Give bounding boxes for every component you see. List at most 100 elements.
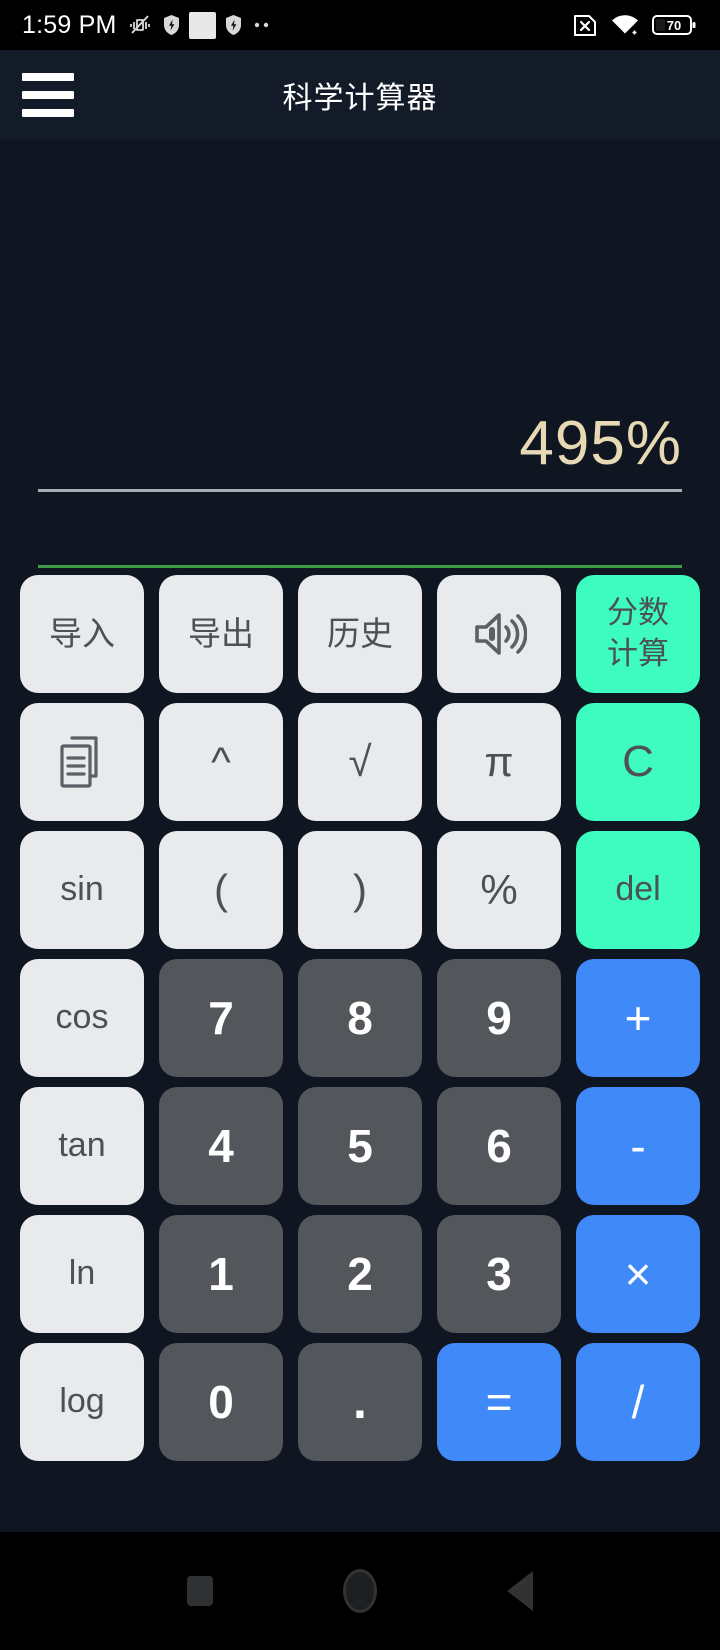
app-white-square-icon xyxy=(188,11,216,39)
key-delete[interactable]: del xyxy=(576,831,700,949)
key-0[interactable]: 0 xyxy=(159,1343,283,1461)
key-sin-label: sin xyxy=(60,870,104,909)
key-sound[interactable] xyxy=(437,575,561,693)
home-circle-icon[interactable] xyxy=(329,1560,391,1622)
key-decimal[interactable]: . xyxy=(298,1343,422,1461)
key-tan[interactable]: tan xyxy=(20,1087,144,1205)
expression-text: 495% xyxy=(519,409,682,478)
key-equals[interactable]: = xyxy=(437,1343,561,1461)
back-triangle-icon[interactable] xyxy=(489,1560,551,1622)
battery-icon: 70 xyxy=(652,15,696,35)
key-pi-label: π xyxy=(484,737,514,785)
status-bar-left: 1:59 PM xyxy=(22,10,572,39)
key-equals-label: = xyxy=(485,1375,513,1428)
recents-square-icon[interactable] xyxy=(169,1560,231,1622)
expression-underline xyxy=(38,489,682,492)
key-cos[interactable]: cos xyxy=(20,959,144,1077)
wifi-icon xyxy=(612,15,638,35)
result-underline xyxy=(38,565,682,568)
key-1[interactable]: 1 xyxy=(159,1215,283,1333)
key-tan-label: tan xyxy=(58,1126,106,1165)
key-delete-label: del xyxy=(615,870,661,909)
expression-row: 495% xyxy=(38,395,682,475)
app-bar: 科学计算器 xyxy=(0,50,720,140)
key-copy[interactable] xyxy=(20,703,144,821)
key-3-label: 3 xyxy=(486,1247,512,1300)
key-paren-close-label: ) xyxy=(353,865,367,913)
key-1-label: 1 xyxy=(208,1247,234,1300)
more-dots-icon xyxy=(254,22,268,28)
key-2[interactable]: 2 xyxy=(298,1215,422,1333)
status-time: 1:59 PM xyxy=(22,10,117,39)
calculator-display[interactable]: 495% xyxy=(0,140,720,575)
key-power-label: ^ xyxy=(211,737,231,785)
key-0-label: 0 xyxy=(208,1375,234,1428)
key-divide-label: / xyxy=(631,1375,645,1428)
key-pi[interactable]: π xyxy=(437,703,561,821)
key-clear-label: C xyxy=(622,736,654,786)
key-paren-close[interactable]: ) xyxy=(298,831,422,949)
android-nav-bar xyxy=(0,1532,720,1650)
key-minus-label: - xyxy=(630,1119,646,1172)
key-paren-open[interactable]: ( xyxy=(159,831,283,949)
key-6-label: 6 xyxy=(486,1119,512,1172)
key-sqrt-label: √ xyxy=(348,737,372,785)
key-history-label: 历史 xyxy=(327,615,393,653)
key-import[interactable]: 导入 xyxy=(20,575,144,693)
key-minus[interactable]: - xyxy=(576,1087,700,1205)
key-decimal-label: . xyxy=(353,1373,367,1430)
key-9[interactable]: 9 xyxy=(437,959,561,1077)
key-percent[interactable]: % xyxy=(437,831,561,949)
key-fraction-calc-label: 计算 xyxy=(607,636,669,671)
bottom-spacer xyxy=(0,1461,720,1532)
key-divide[interactable]: / xyxy=(576,1343,700,1461)
keypad: 导入 导出 历史 分数计算 ^ √ π Csin ()% del cos 7 8 9 + tan 4 5 6 - ln 1… xyxy=(0,575,720,1461)
result-row xyxy=(38,510,682,564)
key-5-label: 5 xyxy=(347,1119,373,1172)
shield-icon xyxy=(225,15,241,35)
key-multiply-label: × xyxy=(624,1247,652,1300)
hamburger-menu-icon[interactable] xyxy=(22,73,74,117)
key-6[interactable]: 6 xyxy=(437,1087,561,1205)
key-log-label: log xyxy=(59,1382,105,1421)
key-plus-label: + xyxy=(624,991,652,1044)
page-title: 科学计算器 xyxy=(282,82,438,115)
key-cos-label: cos xyxy=(55,998,109,1037)
key-9-label: 9 xyxy=(486,991,512,1044)
key-3[interactable]: 3 xyxy=(437,1215,561,1333)
key-4-label: 4 xyxy=(208,1119,234,1172)
key-plus[interactable]: + xyxy=(576,959,700,1077)
key-paren-open-label: ( xyxy=(214,865,228,913)
key-multiply[interactable]: × xyxy=(576,1215,700,1333)
status-bar-right: 70 xyxy=(572,13,698,38)
key-power[interactable]: ^ xyxy=(159,703,283,821)
key-export-label: 导出 xyxy=(188,615,254,653)
key-log[interactable]: log xyxy=(20,1343,144,1461)
key-history[interactable]: 历史 xyxy=(298,575,422,693)
copy-documents-icon xyxy=(56,734,108,790)
key-export[interactable]: 导出 xyxy=(159,575,283,693)
vibrate-off-icon xyxy=(129,15,150,34)
key-ln-label: ln xyxy=(68,1254,96,1293)
key-8[interactable]: 8 xyxy=(298,959,422,1077)
key-ln[interactable]: ln xyxy=(20,1215,144,1333)
shield-icon xyxy=(163,15,179,35)
speaker-volume-icon xyxy=(471,608,527,660)
sim-x-icon xyxy=(574,14,596,36)
key-fraction-calc[interactable]: 分数 计算 xyxy=(576,575,700,693)
battery-level-text: 70 xyxy=(667,18,681,33)
key-import-label: 导入 xyxy=(49,615,115,653)
key-sqrt[interactable]: √ xyxy=(298,703,422,821)
key-2-label: 2 xyxy=(347,1247,373,1300)
key-percent-label: % xyxy=(480,865,518,913)
key-7[interactable]: 7 xyxy=(159,959,283,1077)
key-7-label: 7 xyxy=(208,991,234,1044)
key-4[interactable]: 4 xyxy=(159,1087,283,1205)
key-5[interactable]: 5 xyxy=(298,1087,422,1205)
key-sin[interactable]: sin xyxy=(20,831,144,949)
phone-screen: 1:59 PM 70 科学计算器 495% 导入 导出 历史 分数 计算 ^ √… xyxy=(0,0,720,1650)
key-8-label: 8 xyxy=(347,991,373,1044)
key-fraction-calc-label: 分数 xyxy=(607,595,669,631)
key-clear[interactable]: C xyxy=(576,703,700,821)
status-bar: 1:59 PM 70 xyxy=(0,0,720,50)
